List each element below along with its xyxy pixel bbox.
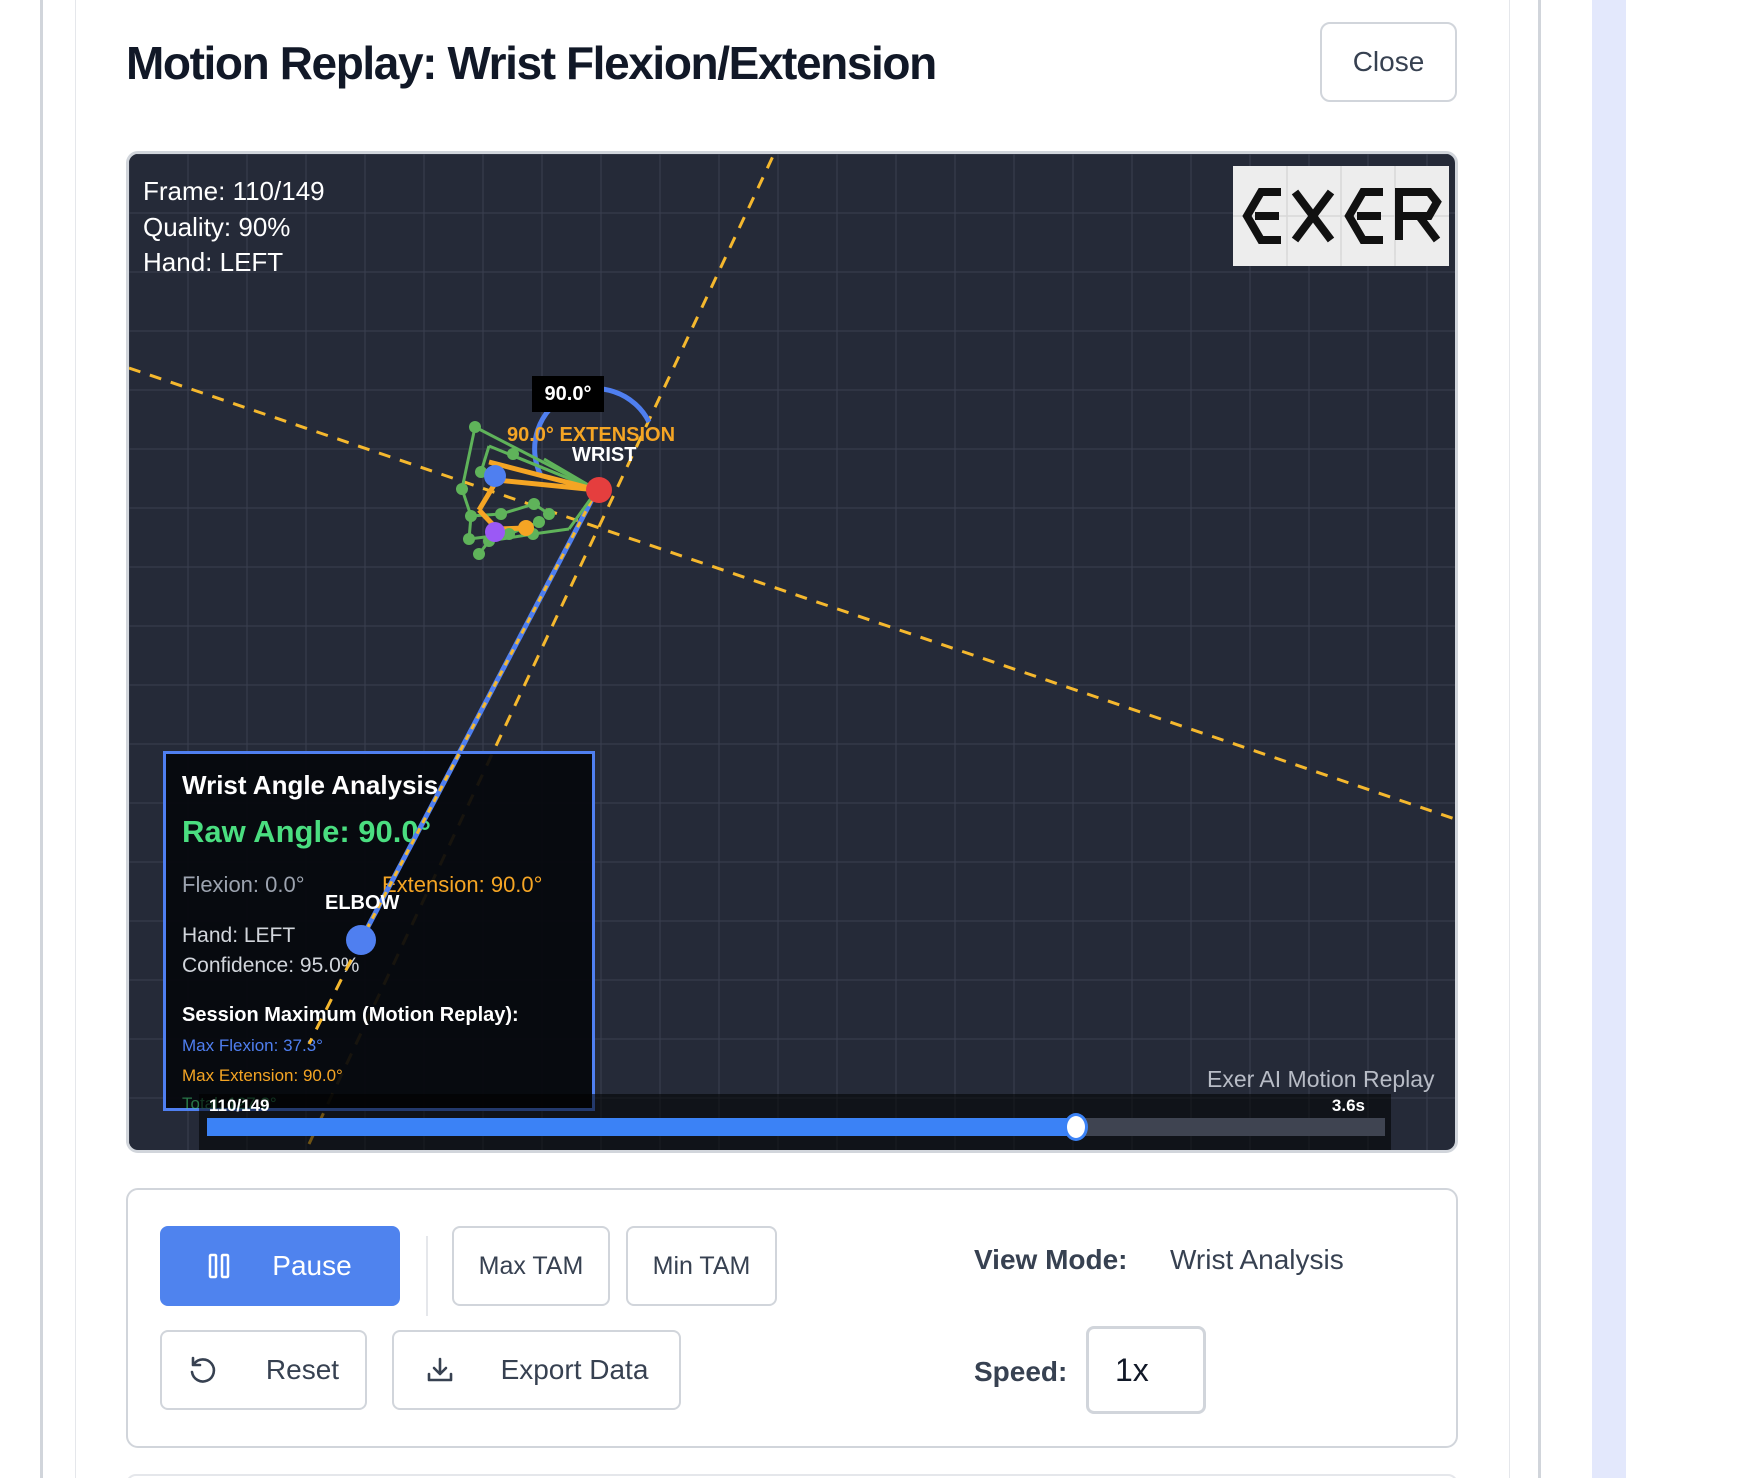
confidence-value: Confidence: 95.0% — [182, 954, 360, 977]
min-tam-button[interactable]: Min TAM — [626, 1226, 777, 1306]
hand-joint-purple — [485, 522, 505, 542]
page: Motion Replay: Wrist Flexion/Extension C… — [0, 0, 1758, 1478]
extension-value: Extension: 90.0° — [382, 872, 543, 897]
export-data-button[interactable]: Export Data — [392, 1330, 681, 1410]
speed-label: Speed: — [974, 1356, 1068, 1387]
close-button[interactable]: Close — [1320, 22, 1457, 102]
elbow-label: ELBOW — [325, 892, 400, 914]
reset-icon — [190, 1356, 216, 1383]
timeline-frame: 110/149 — [209, 1096, 270, 1115]
hand-joint-blue — [484, 465, 506, 487]
analysis-hand: Hand: LEFT — [182, 924, 296, 947]
wrist-angle-analysis-panel: Wrist Angle Analysis Raw Angle: 90.0° Fl… — [163, 751, 595, 1113]
hand-info: Hand: LEFT — [143, 247, 284, 277]
flexion-value: Flexion: 0.0° — [182, 872, 305, 897]
download-icon — [427, 1357, 452, 1382]
export-label: Export Data — [500, 1354, 649, 1385]
quality-info: Quality: 90% — [143, 212, 291, 242]
analysis-title: Wrist Angle Analysis — [182, 770, 439, 800]
max-extension: Max Extension: 90.0° — [182, 1066, 343, 1085]
speed-select[interactable]: 1x — [1086, 1326, 1206, 1414]
angle-badge: 90.0° — [532, 376, 604, 412]
max-tam-button[interactable]: Max TAM — [452, 1226, 610, 1306]
controls-divider — [426, 1236, 428, 1316]
replay-canvas[interactable]: Frame: 110/149 Quality: 90% Hand: LEFT E… — [126, 151, 1458, 1153]
pause-label: Pause — [272, 1250, 352, 1281]
next-section-card — [126, 1474, 1458, 1478]
frame-info: Frame: 110/149 — [143, 176, 325, 206]
raw-angle: Raw Angle: 90.0° — [182, 814, 431, 849]
modal-title: Motion Replay: Wrist Flexion/Extension — [126, 37, 937, 89]
wrist-joint — [586, 477, 612, 503]
timeline-time: 3.6s — [1331, 1096, 1365, 1115]
reset-button[interactable]: Reset — [160, 1330, 367, 1410]
replay-watermark: Exer AI Motion Replay — [1207, 1066, 1435, 1092]
timeline: 110/149 3.6s — [199, 1094, 1391, 1150]
timeline-progress — [207, 1118, 1077, 1136]
pause-button[interactable]: Pause — [160, 1226, 400, 1306]
exer-logo: EXER — [1233, 166, 1449, 266]
timeline-handle[interactable] — [1064, 1113, 1089, 1141]
backdrop-edge — [40, 0, 43, 1478]
wrist-label: WRIST — [572, 444, 637, 466]
playback-controls: Pause Max TAM Min TAM Reset Export Data … — [126, 1188, 1458, 1448]
pause-icon — [209, 1253, 230, 1279]
backdrop-divider — [1538, 0, 1541, 1478]
max-flexion: Max Flexion: 37.3° — [182, 1036, 323, 1055]
view-mode-value: Wrist Analysis — [1170, 1244, 1344, 1275]
reset-label: Reset — [265, 1354, 340, 1385]
backdrop-side-panel — [1592, 0, 1626, 1478]
session-maximum-title: Session Maximum (Motion Replay): — [182, 1004, 519, 1026]
view-mode-label: View Mode: — [974, 1244, 1128, 1275]
hand-joint-orange — [518, 520, 534, 536]
timeline-scrubber[interactable] — [207, 1113, 1385, 1141]
